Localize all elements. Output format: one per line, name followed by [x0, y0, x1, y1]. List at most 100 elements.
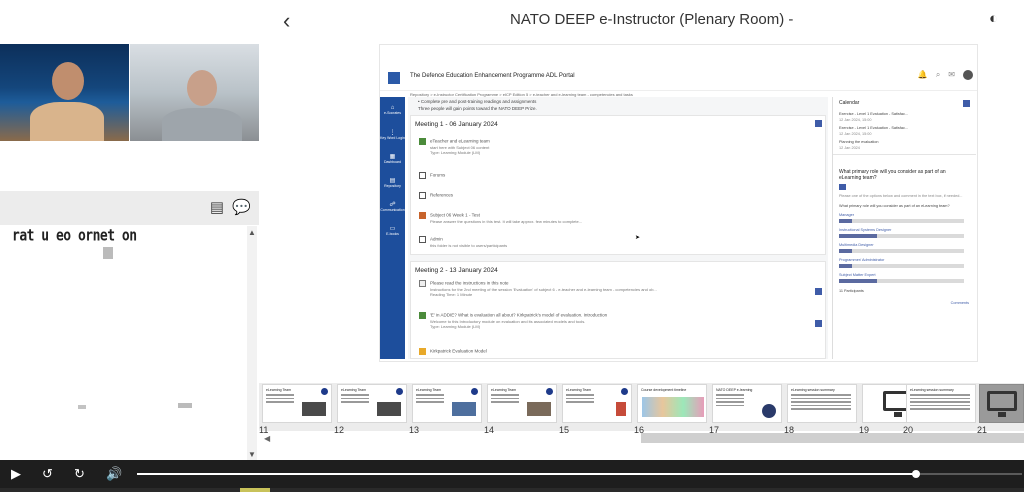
portal-header-icons: 🔔 ⌕ ✉ [918, 70, 973, 80]
calendar-expand-button[interactable] [963, 100, 970, 107]
expand-button[interactable] [815, 288, 822, 295]
thumbnail-lines [716, 394, 744, 408]
slide-thumbnail[interactable]: eLearning session summary [906, 384, 976, 423]
poll-option-label: Programmer/ Administrator [839, 258, 885, 262]
slide-thumbnail[interactable]: eLearning Team [487, 384, 557, 423]
rewind-button[interactable]: ↺ [42, 466, 53, 482]
back-button[interactable]: ‹ [283, 8, 290, 34]
dots-icon: ⋮ [389, 130, 396, 136]
thumbnail-scrollbar[interactable] [641, 433, 1024, 443]
activity-item[interactable]: eTeacher and eLearning team start here w… [419, 138, 819, 155]
logo-icon [621, 388, 628, 395]
video-feed-participant-2[interactable] [130, 44, 259, 141]
play-button[interactable]: ▶ [11, 466, 21, 482]
scroll-left-icon[interactable]: ◀ [264, 434, 270, 443]
activity-item[interactable]: Please read the instructions in this not… [419, 280, 819, 297]
notes-text: rat u eo ornet on [12, 227, 137, 246]
notes-scrollbar[interactable]: ▲ ▼ [247, 226, 257, 460]
slide-number: 13 [409, 425, 420, 435]
header: ‹ NATO DEEP e-Instructor (Plenary Room) … [259, 0, 1024, 40]
section-title: Meeting 1 - 06 January 2024 [415, 121, 498, 128]
activity-item[interactable]: 'E' in ADDIE? What is evaluation all abo… [419, 312, 819, 329]
slide-thumbnail-current[interactable] [979, 384, 1024, 423]
calendar-event[interactable]: Exercise - Level 1 Evaluation - Satisfac… [839, 112, 908, 116]
folder-icon [419, 236, 426, 243]
activity-item[interactable]: References [419, 192, 819, 199]
slide-thumbnail[interactable]: eLearning Team [562, 384, 632, 423]
progress-track[interactable] [137, 470, 1022, 478]
notes-icon[interactable]: ▤ [208, 199, 226, 217]
scroll-down-icon[interactable]: ▼ [248, 450, 256, 459]
item-title: Forums [430, 172, 446, 178]
player-controls: ▶ ↺ ↻ 🔊 [0, 460, 1024, 488]
calendar-event[interactable]: Exercise - Level 1 Evaluation - Satisfac… [839, 126, 908, 130]
poll-bar [839, 219, 964, 223]
thumbnail-lines [910, 394, 970, 412]
page-title: NATO DEEP e-Instructor (Plenary Room) - [510, 11, 794, 28]
nav-item[interactable]: ▦ Dashboard [380, 153, 405, 164]
poll-option-label: Multimedia Designer [839, 243, 874, 247]
expand-button[interactable] [815, 120, 822, 127]
logo-icon [321, 388, 328, 395]
monitor-stand [894, 412, 902, 417]
slide-thumbnail[interactable]: eLearning Team [412, 384, 482, 423]
forward-button[interactable]: ↻ [74, 466, 85, 482]
nav-label: e-Socrates [384, 111, 401, 115]
slide-thumbnail[interactable]: eLearning session summary [787, 384, 857, 423]
calendar-date: 12 Jan 2024 [839, 146, 860, 150]
nav-item[interactable]: ▤ Repository [380, 177, 405, 188]
item-title: Please read the instructions in this not… [430, 280, 509, 286]
thumbnail-title: NATO DEEP e-learning [716, 388, 753, 392]
item-type: Reading Time: 1 Minute [430, 292, 473, 297]
poll-hint: Please one of the options below and comm… [839, 194, 963, 198]
search-icon[interactable]: ⌕ [936, 70, 940, 80]
rewind-icon: ↺ [42, 466, 53, 481]
nav-label: Communication [380, 208, 405, 212]
scroll-up-icon[interactable]: ▲ [248, 228, 256, 237]
ebooks-icon: ▭ [389, 226, 396, 232]
chat-icon[interactable]: 💬 [232, 199, 251, 217]
participant-face [52, 62, 84, 100]
item-title: Subject 06 Week 1 - Test [430, 212, 480, 218]
logo-icon [396, 388, 403, 395]
progress-knob[interactable] [911, 470, 920, 478]
slide-thumbnail[interactable]: Course development timeline [637, 384, 707, 423]
nav-item[interactable]: ☍ Communication [380, 201, 405, 212]
bell-icon[interactable]: 🔔 [918, 70, 928, 80]
item-desc: this folder is not visible to users/part… [430, 243, 508, 248]
slide-thumbnail[interactable]: eLearning Team [337, 384, 407, 423]
poll-bar [839, 249, 964, 253]
theme-toggle-button[interactable]: ◐ [989, 10, 998, 27]
course-content: • Complete pre and post-training reading… [408, 97, 828, 359]
progress-fill [137, 473, 916, 475]
nav-item[interactable]: ⋮ Key Word Login [380, 129, 405, 140]
volume-button[interactable]: 🔊 [106, 466, 122, 482]
activity-item[interactable]: Admin this folder is not visible to user… [419, 236, 819, 248]
comments-link[interactable]: Comments [951, 301, 969, 305]
expand-button[interactable] [815, 320, 822, 327]
bottom-strip [0, 488, 1024, 492]
thumbnail-lines [491, 394, 519, 405]
activity-item[interactable]: Subject 06 Week 1 - Test Please answer t… [419, 212, 819, 224]
calendar-event[interactable]: Planning the evaluation [839, 140, 878, 144]
poll-bar-fill [839, 249, 852, 253]
nav-item[interactable]: ⌂ e-Socrates [380, 105, 405, 115]
activity-item[interactable]: Kirkpatrick Evaluation Model [419, 348, 819, 355]
poll-button[interactable] [839, 184, 846, 190]
module-icon [419, 138, 426, 145]
participant-body [162, 108, 242, 141]
item-type: Type: Learning Module (LM) [430, 150, 481, 155]
messages-icon[interactable]: ✉ [948, 70, 955, 80]
nato-logo-icon [388, 72, 400, 84]
calendar-block: Calendar Exercise - Level 1 Evaluation -… [833, 97, 976, 155]
slide-thumbnail[interactable]: eLearning Team [262, 384, 332, 423]
nav-item[interactable]: ▭ E-books [380, 225, 405, 236]
slide-thumbnail[interactable]: NATO DEEP e-learning [712, 384, 782, 423]
participant-face [187, 70, 217, 106]
activity-item[interactable]: Forums [419, 172, 819, 179]
video-feed-participant-1[interactable] [0, 44, 129, 141]
thumbnail-image [452, 402, 476, 416]
portal-header: The Defence Education Enhancement Progra… [380, 65, 977, 91]
avatar[interactable] [963, 70, 973, 80]
item-title: Kirkpatrick Evaluation Model [430, 348, 487, 354]
